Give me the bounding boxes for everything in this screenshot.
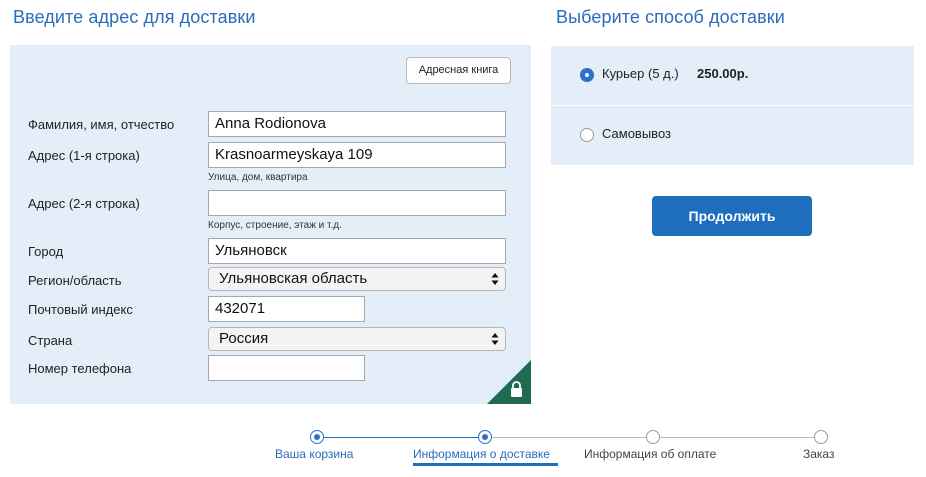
checkout-stepper: Ваша корзина Информация о доставке Инфор… [0,420,926,477]
address-line-2-label: Адрес (2-я строка) [28,196,140,211]
select-arrows-icon [491,273,499,285]
address-form-panel: Адресная книга Фамилия, имя, отчество An… [10,45,531,404]
region-select-value: Ульяновская область [219,270,368,287]
region-select[interactable]: Ульяновская область [208,267,506,291]
step-label-order: Заказ [803,447,835,461]
address-line-1-label: Адрес (1-я строка) [28,148,140,163]
select-arrows-icon [491,333,499,345]
address-section-title: Введите адрес для доставки [13,7,256,27]
courier-radio[interactable] [580,68,594,82]
city-label: Город [28,244,64,259]
step-label-delivery[interactable]: Информация о доставке [413,447,550,461]
step-dot-payment [646,430,660,444]
address-line-2-hint: Корпус, строение, этаж и т.д. [208,220,342,231]
country-select[interactable]: Россия [208,327,506,351]
shipping-option-pickup[interactable]: Самовывоз [551,106,914,165]
continue-button[interactable]: Продолжить [652,196,812,236]
current-step-underline [413,463,558,466]
country-label: Страна [28,333,73,348]
step-label-payment: Информация об оплате [584,447,717,461]
shipping-section-title: Выберите способ доставки [556,7,785,27]
address-line-1-hint: Улица, дом, квартира [208,172,308,183]
full-name-label: Фамилия, имя, отчество [28,117,175,132]
step-dot-delivery [478,430,492,444]
courier-option-price: 250.00р. [697,66,749,81]
shipping-option-courier[interactable]: Курьер (5 д.) 250.00р. [551,46,914,105]
phone-label: Номер телефона [28,361,132,376]
address-line-1-field[interactable]: Krasnoarmeyskaya 109 [208,142,506,168]
step-label-cart[interactable]: Ваша корзина [275,447,353,461]
full-name-field[interactable]: Anna Rodionova [208,111,506,137]
stepper-line-completed [317,437,485,438]
pickup-option-label: Самовывоз [602,126,671,141]
address-line-2-field[interactable] [208,190,506,216]
postal-code-label: Почтовый индекс [28,302,133,317]
pickup-radio[interactable] [580,128,594,142]
phone-field[interactable] [208,355,365,381]
step-dot-order [814,430,828,444]
step-dot-cart [310,430,324,444]
postal-code-field[interactable]: 432071 [208,296,365,322]
country-select-value: Россия [219,330,269,347]
address-book-button[interactable]: Адресная книга [406,57,511,84]
lock-icon [487,360,531,404]
city-field[interactable]: Ульяновск [208,238,506,264]
region-label: Регион/область [28,273,122,288]
courier-option-label: Курьер (5 д.) [602,66,679,81]
